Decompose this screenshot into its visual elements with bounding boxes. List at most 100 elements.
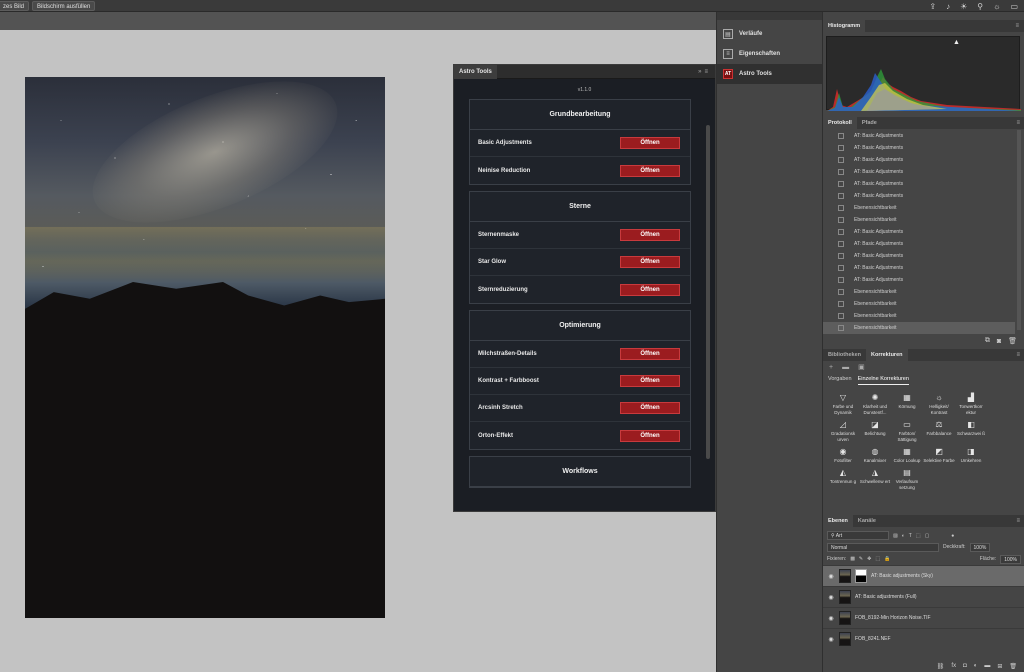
tab-pfade[interactable]: Pfade (857, 117, 882, 129)
filter-shape-icon[interactable]: ⬚ (916, 533, 921, 539)
warning-icon[interactable]: ▲ (953, 39, 960, 46)
history-item[interactable]: AT: Basic Adjustments (823, 130, 1015, 142)
layer-row[interactable]: ◉ FOB_8241.NEF (823, 628, 1024, 649)
adjustment-item[interactable]: ▤ Verlaufsum setzung (891, 468, 923, 491)
tab-korrekturen[interactable]: Korrekturen (866, 349, 908, 361)
fill-input[interactable]: 100% (1000, 554, 1021, 564)
adjustment-item[interactable]: ▦ Color Lookup (891, 447, 923, 464)
adjustment-item[interactable]: ⚖ Farbbalance (923, 420, 955, 443)
history-item[interactable]: AT: Basic Adjustments (823, 250, 1015, 262)
share-icon[interactable]: ⇪ (929, 2, 936, 11)
adjustment-item[interactable]: ◩ Selektive Farbe (923, 447, 955, 464)
milky-way-photo[interactable] (25, 77, 385, 618)
brightness-icon[interactable]: ☼ (993, 2, 1000, 11)
open-button[interactable]: Öffnen (620, 229, 680, 241)
fill-screen-button[interactable]: Bildschirm ausfüllen (32, 1, 96, 11)
adjustment-item[interactable]: ▭ Farbton/ Sättigung (891, 420, 923, 443)
subtab-einzelne-korrekturen[interactable]: Einzelne Korrekturen (857, 376, 909, 385)
snapshot-icon[interactable]: ◙ (997, 338, 1001, 345)
lock-pixels-icon[interactable]: ▩ (850, 556, 855, 562)
eye-icon[interactable]: ◉ (827, 594, 835, 601)
panel-item-astro-tools[interactable]: AT Astro Tools (717, 64, 822, 84)
open-button[interactable]: Öffnen (620, 375, 680, 387)
history-item[interactable]: Ebenensichtbarkeit (823, 202, 1015, 214)
panel-item-eigenschaften[interactable]: ≡ Eigenschaften (717, 44, 822, 64)
astro-tools-titlebar[interactable]: Astro Tools »≡ (454, 65, 715, 79)
protokoll-list[interactable]: AT: Basic Adjustments AT: Basic Adjustmen… (823, 130, 1015, 338)
link-layers-icon[interactable]: ⛓ (937, 663, 945, 670)
adjustment-item[interactable]: ◭ Tontrennun g (827, 468, 859, 491)
history-item[interactable]: Ebenensichtbarkeit (823, 310, 1015, 322)
history-item[interactable]: Ebenensichtbarkeit (823, 322, 1015, 334)
history-item[interactable]: AT: Basic Adjustments (823, 238, 1015, 250)
layer-filter-select[interactable]: ⚲ Art (827, 531, 889, 540)
folder-icon[interactable]: ▬ (842, 364, 849, 371)
blend-mode-select[interactable]: Normal (827, 542, 939, 552)
history-item[interactable]: AT: Basic Adjustments (823, 178, 1015, 190)
adjustment-item[interactable]: ▟ Tonwertkorr ektur (955, 393, 987, 416)
tab-bibliotheken[interactable]: Bibliotheken (823, 349, 866, 361)
histogram-menu-icon[interactable]: ≡ (1015, 20, 1024, 32)
workspace-icon[interactable]: ▭ (1010, 2, 1018, 11)
lock-move-icon[interactable]: ✥ (867, 556, 871, 562)
history-item[interactable]: Ebenensichtbarkeit (823, 286, 1015, 298)
history-item[interactable]: AT: Basic Adjustments (823, 166, 1015, 178)
open-button[interactable]: Öffnen (620, 429, 680, 442)
eye-icon[interactable]: ◉ (827, 573, 835, 580)
astro-tools-tab[interactable]: Astro Tools (454, 65, 497, 79)
tab-kanaele[interactable]: Kanäle (853, 515, 881, 527)
tab-histogramm[interactable]: Histogramm (823, 20, 866, 32)
korrekturen-menu-icon[interactable]: ≡ (1016, 349, 1024, 361)
tab-protokoll[interactable]: Protokoll (823, 117, 857, 129)
open-button[interactable]: Öffnen (620, 164, 680, 177)
history-item[interactable]: AT: Basic Adjustments (823, 154, 1015, 166)
history-item[interactable]: Ebenensichtbarkeit (823, 214, 1015, 226)
history-item[interactable]: AT: Basic Adjustments (823, 274, 1015, 286)
open-button[interactable]: Öffnen (620, 256, 680, 268)
lightbulb-icon[interactable]: ☀ (960, 2, 967, 11)
adjustment-item[interactable]: ◨ Umkehren (955, 447, 987, 464)
open-button[interactable]: Öffnen (620, 348, 680, 360)
new-document-from-state-icon[interactable]: ⧉ (985, 337, 990, 345)
filter-pixel-icon[interactable]: ▨ (893, 533, 898, 539)
opacity-input[interactable]: 100% (969, 542, 991, 552)
delete-layer-icon[interactable]: 🗑 (1009, 663, 1017, 670)
add-mask-icon[interactable]: ◘ (963, 663, 967, 669)
open-button[interactable]: Öffnen (620, 137, 680, 149)
layer-mask-thumbnail[interactable] (855, 569, 867, 583)
trash-icon[interactable]: ▣ (858, 363, 865, 371)
adjustment-item[interactable]: ◪ Belichtung (859, 420, 891, 443)
search-icon[interactable]: ⚲ (977, 2, 983, 11)
full-image-button[interactable]: zes Bild (0, 1, 30, 11)
fx-icon[interactable]: fx (951, 663, 956, 669)
new-adjustment-icon[interactable]: ◐ (974, 663, 978, 669)
bell-icon[interactable]: ♪ (946, 2, 950, 11)
adjustment-item[interactable]: ◍ Kanalmixer (859, 447, 891, 464)
lock-all-icon[interactable]: 🔒 (884, 556, 890, 562)
panel-item-verlaeufe[interactable]: ▤ Verläufe (717, 24, 822, 44)
history-item[interactable]: Ebenensichtbarkeit (823, 298, 1015, 310)
history-item[interactable]: AT: Basic Adjustments (823, 190, 1015, 202)
adjustment-item[interactable]: ◮ Schwellenw ert (859, 468, 891, 491)
new-layer-icon[interactable]: ⊞ (997, 663, 1002, 670)
protokoll-scrollbar[interactable] (1017, 130, 1021, 330)
open-button[interactable]: Öffnen (620, 402, 680, 414)
adjustment-item[interactable]: ☼ Helligkeit/ Kontrast (923, 393, 955, 416)
filter-adjust-icon[interactable]: ◐ (902, 533, 905, 539)
adjustment-item[interactable]: ✺ Klarheit und Dunstentf... (859, 393, 891, 416)
filter-smart-icon[interactable]: ▢ (925, 533, 930, 539)
astro-tools-scrollbar[interactable] (706, 125, 710, 459)
adjustment-item[interactable]: ◉ Fotofilter (827, 447, 859, 464)
add-icon[interactable]: + (829, 364, 833, 371)
tab-ebenen[interactable]: Ebenen (823, 515, 853, 527)
adjustment-item[interactable]: ◧ Schwarzwei ß (955, 420, 987, 443)
new-group-icon[interactable]: ▬ (984, 663, 990, 669)
filter-type-icon[interactable]: T (909, 533, 912, 539)
protokoll-menu-icon[interactable]: ≡ (1016, 117, 1024, 129)
layer-row[interactable]: ◉ AT: Basic adjustments (Full) (823, 586, 1024, 607)
layer-row[interactable]: ◉ FOB_8192-Min Horizon Noise.TIF (823, 607, 1024, 628)
astro-tools-sections[interactable]: Grundbearbeitung Basic Adjustments Öffnen N… (469, 99, 695, 511)
trash-icon[interactable]: 🗑 (1008, 337, 1017, 345)
lock-paint-icon[interactable]: ✎ (859, 556, 863, 562)
panel-menu-icon[interactable]: ≡ (704, 69, 711, 75)
